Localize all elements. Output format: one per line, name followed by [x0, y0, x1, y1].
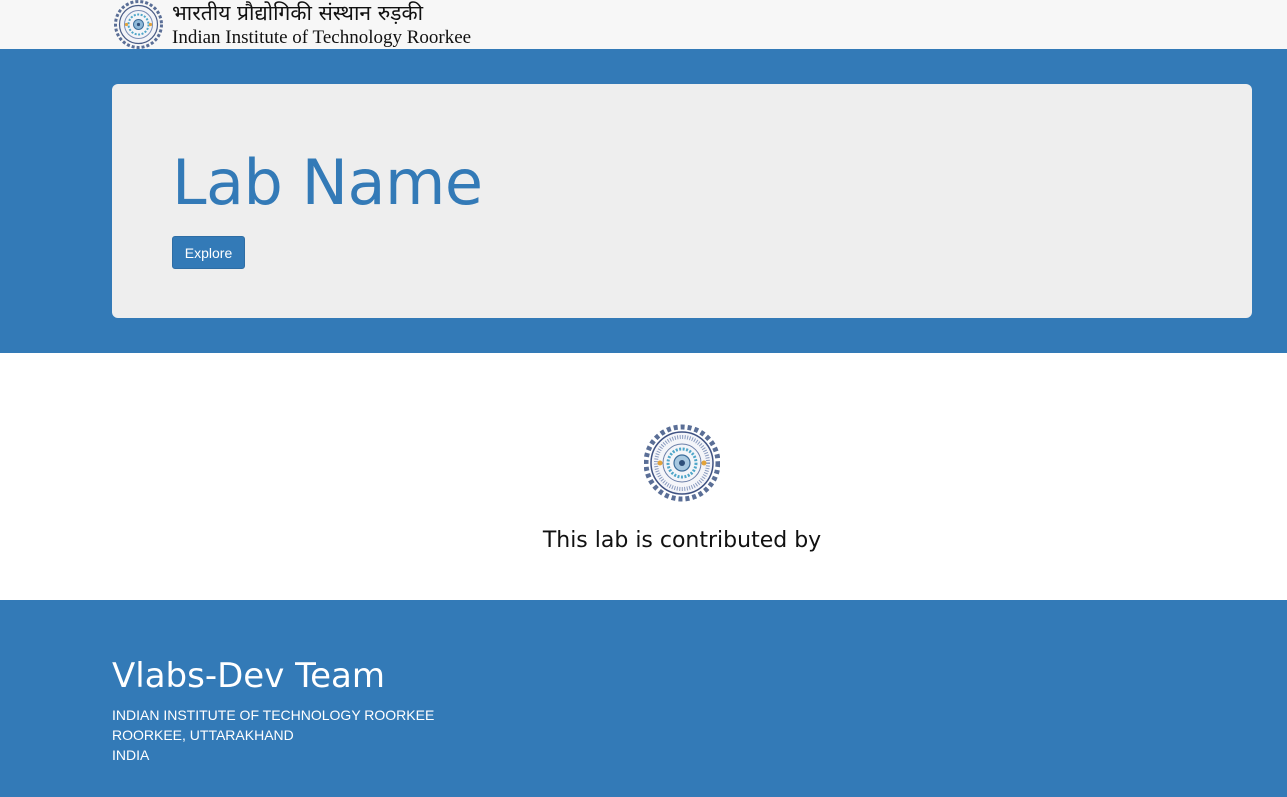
institute-brand[interactable]: भारतीय प्रौद्योगिकी संस्थान रुड़की India…: [111, 0, 471, 49]
lab-jumbotron: Lab Name Explore: [112, 84, 1252, 318]
contribution-text: This lab is contributed by: [542, 528, 822, 553]
institute-name-hindi: भारतीय प्रौद्योगिकी संस्थान रुड़की: [172, 0, 424, 25]
footer-address-line: ROORKEE, UTTARAKHAND: [112, 727, 294, 743]
institute-name-english: Indian Institute of Technology Roorkee: [172, 26, 472, 48]
footer-address-line: INDIAN INSTITUTE OF TECHNOLOGY ROORKEE: [112, 707, 435, 723]
explore-button[interactable]: Explore: [172, 236, 245, 269]
lab-name-heading: Lab Name: [172, 146, 483, 219]
iit-roorkee-emblem-icon: [644, 424, 720, 502]
iit-roorkee-emblem-icon: [114, 0, 163, 49]
footer-address: INDIAN INSTITUTE OF TECHNOLOGY ROORKEE R…: [112, 705, 434, 765]
contribution-section: This lab is contributed by: [0, 353, 1287, 600]
footer-team-name: Vlabs-Dev Team: [112, 656, 385, 696]
top-navbar: भारतीय प्रौद्योगिकी संस्थान रुड़की India…: [0, 0, 1287, 49]
footer: Vlabs-Dev Team INDIAN INSTITUTE OF TECHN…: [0, 600, 1287, 797]
footer-address-line: INDIA: [112, 747, 150, 763]
